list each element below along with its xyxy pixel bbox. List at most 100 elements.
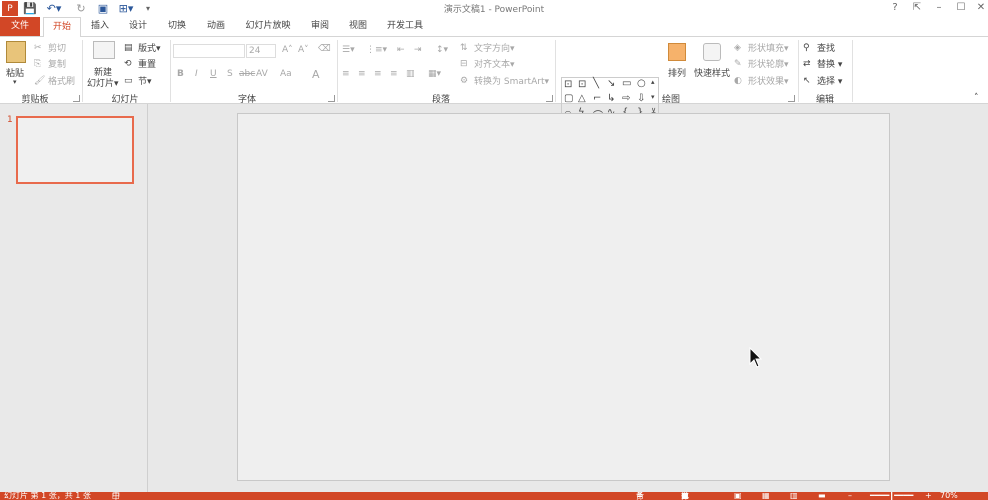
elbow-arrow-shape-icon[interactable]: ↳ [607, 93, 615, 104]
shrink-font-icon[interactable]: A˅ [298, 45, 309, 55]
close-button[interactable]: ✕ [970, 0, 988, 16]
status-bar: 幻灯片 第 1 张，共 1 张 □ 中文(中国) ≜ 备注 ■ 批注 ▣ ▦ ▥… [0, 492, 988, 500]
quick-styles-icon [703, 43, 721, 61]
elbow-connector-shape-icon[interactable]: ⌐ [593, 93, 601, 104]
italic-button[interactable]: I [195, 69, 198, 79]
arrange-button[interactable]: 排列 [668, 66, 686, 79]
ribbon-tabs: 文件 开始 插入 设计 切换 动画 幻灯片放映 审阅 视图 开发工具 [0, 17, 988, 37]
font-size-input[interactable]: 24 [246, 44, 276, 58]
format-painter-button[interactable]: 🖌 格式刷 [34, 74, 75, 87]
align-center-icon[interactable]: ≡ [358, 69, 366, 79]
font-color-button[interactable]: A [312, 68, 320, 81]
increase-indent-icon[interactable]: ⇥ [414, 45, 422, 55]
reset-label: 重置 [138, 60, 157, 70]
bullets-icon[interactable]: ☰▾ [342, 45, 355, 55]
minimize-button[interactable]: – [928, 0, 950, 16]
tab-developer[interactable]: 开发工具 [382, 17, 428, 36]
pointer-icon: ↖ [803, 76, 811, 86]
underline-button[interactable]: U [210, 69, 217, 79]
maximize-button[interactable]: ☐ [950, 0, 972, 16]
reading-view-icon[interactable]: ▥ [790, 492, 798, 500]
drawing-launcher-icon[interactable] [788, 95, 795, 102]
clear-format-icon[interactable]: ⌫ [318, 44, 331, 54]
strikethrough-button[interactable]: abc [239, 69, 255, 79]
smartart-button[interactable]: ⚙ 转换为 SmartArt▾ [460, 74, 549, 87]
gallery-up-icon[interactable]: ▴ [651, 78, 655, 86]
align-left-icon[interactable]: ≡ [342, 69, 350, 79]
tab-file[interactable]: 文件 [0, 17, 40, 36]
change-case-button[interactable]: Aa [280, 69, 292, 79]
justify-icon[interactable]: ≡ [390, 69, 398, 79]
down-arrow-shape-icon[interactable]: ⇩ [637, 93, 645, 104]
shape-fill-button[interactable]: ◈ 形状填充▾ [734, 41, 789, 54]
slideshow-view-icon[interactable]: ▬ [818, 492, 826, 500]
zoom-out-icon[interactable]: – [848, 492, 852, 500]
gallery-down-icon[interactable]: ▾ [651, 93, 655, 101]
clipboard-icon [6, 41, 26, 63]
pen-icon: ✎ [734, 59, 742, 69]
shadow-button[interactable]: S [227, 69, 233, 79]
notes-label: 备注 [636, 492, 644, 500]
paragraph-launcher-icon[interactable] [546, 95, 553, 102]
quick-styles-button[interactable]: 快速样式 [694, 66, 730, 79]
new-slide-button[interactable]: 幻灯片▾ [87, 76, 119, 89]
find-button[interactable]: ⚲ 查找 [803, 41, 835, 54]
clipboard-launcher-icon[interactable] [73, 95, 80, 102]
rounded-rect-shape-icon[interactable]: ▢ [564, 93, 573, 104]
layout-button[interactable]: ▤ 版式▾ [124, 41, 161, 54]
replace-button[interactable]: ⇄ 替换 ▾ [803, 57, 842, 70]
text-direction-button[interactable]: ⇅ 文字方向▾ [460, 41, 515, 54]
tab-insert[interactable]: 插入 [84, 17, 116, 36]
font-name-input[interactable] [173, 44, 245, 58]
tab-slideshow[interactable]: 幻灯片放映 [240, 17, 296, 36]
triangle-shape-icon[interactable]: △ [578, 93, 586, 104]
slide-thumbnail[interactable] [16, 116, 134, 184]
cut-button[interactable]: ✂ 剪切 [34, 41, 66, 54]
zoom-in-icon[interactable]: + [925, 492, 932, 500]
brush-icon: 🖌 [34, 76, 46, 86]
select-button[interactable]: ↖ 选择 ▾ [803, 74, 842, 87]
textbox-shape-icon[interactable]: ⊡ [564, 79, 572, 90]
reset-button[interactable]: ⟲ 重置 [124, 57, 156, 70]
tab-review[interactable]: 审阅 [304, 17, 336, 36]
section-button[interactable]: ▭ 节▾ [124, 74, 152, 87]
smartart-icon: ⚙ [460, 76, 469, 86]
font-launcher-icon[interactable] [328, 95, 335, 102]
tab-transitions[interactable]: 切换 [161, 17, 193, 36]
grow-font-icon[interactable]: A˄ [282, 45, 293, 55]
columns-icon[interactable]: ▦▾ [428, 69, 441, 79]
align-right-icon[interactable]: ≡ [374, 69, 382, 79]
shape-outline-button[interactable]: ✎ 形状轮廓▾ [734, 57, 789, 70]
shape-effects-button[interactable]: ◐ 形状效果▾ [734, 74, 789, 87]
zoom-level[interactable]: 70% [940, 492, 958, 500]
numbering-icon[interactable]: ⋮≡▾ [366, 45, 387, 55]
collapse-ribbon-icon[interactable]: ˄ [974, 93, 979, 103]
vertical-textbox-shape-icon[interactable]: ⊡ [578, 79, 586, 90]
tab-home[interactable]: 开始 [43, 17, 81, 37]
paragraph-group-label: 段落 [431, 95, 450, 105]
slide-sorter-icon[interactable]: ▦ [762, 492, 770, 500]
tab-view[interactable]: 视图 [342, 17, 374, 36]
decrease-indent-icon[interactable]: ⇤ [397, 45, 405, 55]
right-arrow-shape-icon[interactable]: ⇨ [622, 93, 630, 104]
bold-button[interactable]: B [177, 69, 184, 79]
help-button[interactable]: ? [884, 0, 906, 16]
ribbon-display-button[interactable]: ⇱ [906, 0, 928, 16]
zoom-slider[interactable]: ━━━━┃━━━━ [870, 492, 913, 500]
layout-icon: ▤ [124, 43, 133, 53]
line-spacing-icon[interactable]: ↕▾ [436, 45, 448, 55]
rectangle-shape-icon[interactable]: ▭ [622, 78, 631, 89]
oval-shape-icon[interactable]: ○ [637, 78, 646, 89]
slide-canvas[interactable] [237, 113, 890, 481]
tab-animations[interactable]: 动画 [200, 17, 232, 36]
distributed-icon[interactable]: ▥ [406, 69, 415, 79]
normal-view-icon[interactable]: ▣ [734, 492, 742, 500]
tab-design[interactable]: 设计 [122, 17, 154, 36]
copy-button[interactable]: ⎘ 复制 [34, 57, 66, 70]
paste-dropdown-icon[interactable]: ▾ [13, 78, 17, 86]
arrow-line-shape-icon[interactable]: ↘ [607, 78, 615, 89]
line-shape-icon[interactable]: ╲ [593, 78, 599, 89]
mouse-cursor-icon [749, 346, 763, 372]
align-text-button[interactable]: ⊟ 对齐文本▾ [460, 57, 515, 70]
char-spacing-button[interactable]: AV [256, 69, 268, 79]
